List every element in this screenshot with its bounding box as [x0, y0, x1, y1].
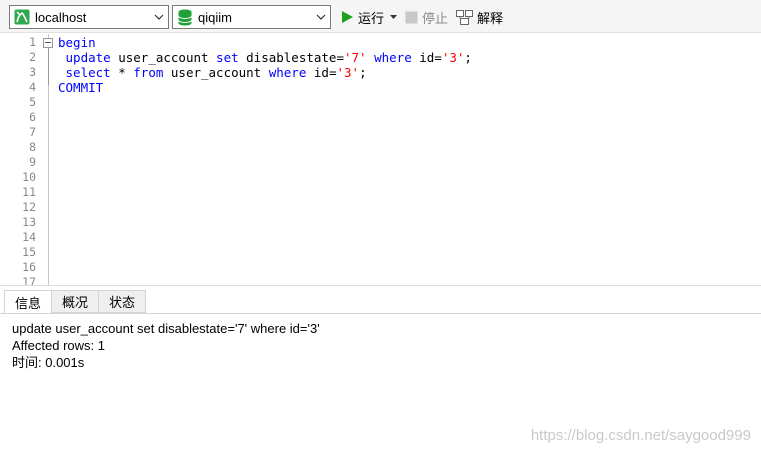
- sql-string: '3': [441, 50, 465, 65]
- line-number: 5: [29, 95, 36, 109]
- line-number: 16: [22, 260, 36, 274]
- message-line: Affected rows: 1: [12, 338, 105, 353]
- toolbar: localhost qiqiim 运行 停止 解释: [0, 0, 761, 33]
- stop-label: 停止: [422, 10, 449, 26]
- sql-keyword: set: [216, 50, 239, 65]
- line-number: 13: [22, 215, 36, 229]
- line-number: 7: [29, 125, 36, 139]
- chevron-down-icon[interactable]: [312, 6, 330, 28]
- line-number: 15: [22, 245, 36, 259]
- tab-info[interactable]: 信息: [4, 290, 53, 314]
- chevron-down-icon[interactable]: [150, 6, 168, 28]
- sql-string: '7': [343, 50, 367, 65]
- line-number: 12: [22, 200, 36, 214]
- explain-icon: [456, 9, 473, 25]
- sql-keyword: update: [65, 50, 111, 65]
- line-number-gutter: 1 2 3 4 5 6 7 8 9 10 11 12 13 14 15 16 1…: [0, 34, 49, 285]
- line-number: 11: [22, 185, 36, 199]
- connection-value: localhost: [35, 9, 87, 25]
- sql-keyword: where: [374, 50, 412, 65]
- line-number: 14: [22, 230, 36, 244]
- explain-label: 解释: [477, 10, 504, 26]
- connection-icon: [13, 8, 31, 26]
- database-select[interactable]: qiqiim: [172, 5, 331, 29]
- play-icon: [340, 10, 354, 24]
- sql-string: '3': [336, 65, 360, 80]
- line-number: 4: [29, 80, 36, 94]
- sql-keyword: begin: [58, 35, 96, 50]
- line-number: 8: [29, 140, 36, 154]
- run-dropdown-icon[interactable]: [390, 15, 398, 19]
- code-line-3: select * from user_account where id='3';: [65, 65, 367, 80]
- line-number: 3: [29, 65, 36, 79]
- stop-icon: [405, 11, 418, 24]
- fold-guide-line: [48, 48, 49, 85]
- sql-editor[interactable]: 1 2 3 4 5 6 7 8 9 10 11 12 13 14 15 16 1…: [0, 34, 761, 285]
- watermark: https://blog.csdn.net/saygood999: [530, 427, 751, 444]
- result-panel: 信息 概况 状态 update user_account set disable…: [0, 285, 761, 451]
- line-number: 9: [29, 155, 36, 169]
- line-number: 17: [22, 275, 36, 285]
- sql-keyword: select: [65, 65, 111, 80]
- stop-button[interactable]: 停止: [405, 7, 448, 27]
- code-line-1: begin: [58, 35, 96, 50]
- sql-keyword: from: [133, 65, 164, 80]
- sql-keyword: where: [268, 65, 307, 80]
- tab-profile[interactable]: 概况: [51, 290, 100, 313]
- message-line: 时间: 0.001s: [12, 355, 85, 370]
- line-number: 2: [29, 50, 36, 64]
- run-label: 运行: [358, 10, 385, 26]
- connection-select[interactable]: localhost: [9, 5, 169, 29]
- sql-keyword: COMMIT: [58, 80, 104, 95]
- line-number: 1: [29, 35, 36, 49]
- message-line: update user_account set disablestate='7'…: [12, 321, 320, 336]
- fold-toggle-icon[interactable]: [43, 38, 53, 48]
- result-tabs: 信息 概况 状态: [4, 290, 147, 314]
- line-number: 6: [29, 110, 36, 124]
- code-line-4: COMMIT: [58, 80, 103, 95]
- database-value: qiqiim: [198, 9, 232, 25]
- code-line-2: update user_account set disablestate='7'…: [65, 50, 472, 65]
- line-number: 10: [22, 170, 36, 184]
- database-icon: [176, 8, 194, 26]
- tab-status[interactable]: 状态: [98, 290, 147, 313]
- info-tab-content: update user_account set disablestate='7'…: [0, 313, 761, 451]
- run-button[interactable]: 运行: [340, 7, 398, 27]
- explain-button[interactable]: 解释: [456, 7, 503, 27]
